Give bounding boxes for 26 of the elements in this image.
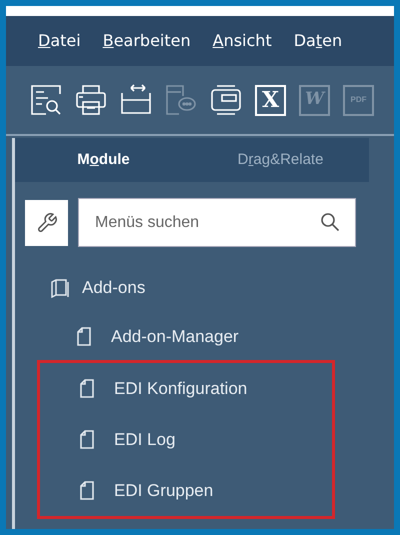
tree-item[interactable]: Add-on-Manager: [37, 311, 394, 362]
wrench-icon: [36, 212, 58, 234]
menu-item[interactable]: Bearbeiten: [102, 29, 191, 53]
tree-item[interactable]: EDI Log: [40, 414, 332, 465]
card-icon[interactable]: [120, 84, 152, 116]
tab[interactable]: Drag&Relate: [192, 138, 369, 182]
document-icon: [80, 481, 94, 500]
folder-label: Add-ons: [82, 277, 146, 300]
search-icon: [320, 212, 340, 232]
book-icon: [51, 278, 70, 298]
document-icon: [77, 327, 91, 346]
document-icon: [80, 430, 94, 449]
menu-item[interactable]: Datei: [38, 29, 81, 53]
tab[interactable]: Module: [15, 138, 192, 182]
search-field[interactable]: Menüs suchen: [78, 198, 356, 247]
printer-icon[interactable]: [75, 84, 107, 116]
excel-button[interactable]: X: [255, 84, 286, 116]
window-icon[interactable]: [210, 84, 242, 116]
settings-button[interactable]: [25, 200, 68, 246]
menu-item[interactable]: Ansicht: [212, 29, 272, 53]
menu-item[interactable]: Daten: [294, 29, 342, 53]
tree-item[interactable]: EDI Konfiguration: [40, 363, 332, 414]
tree-item[interactable]: EDI Gruppen: [40, 465, 332, 516]
document-icon: [80, 379, 94, 398]
preview-icon[interactable]: [30, 84, 62, 116]
tree-folder[interactable]: Add-ons: [51, 273, 394, 303]
